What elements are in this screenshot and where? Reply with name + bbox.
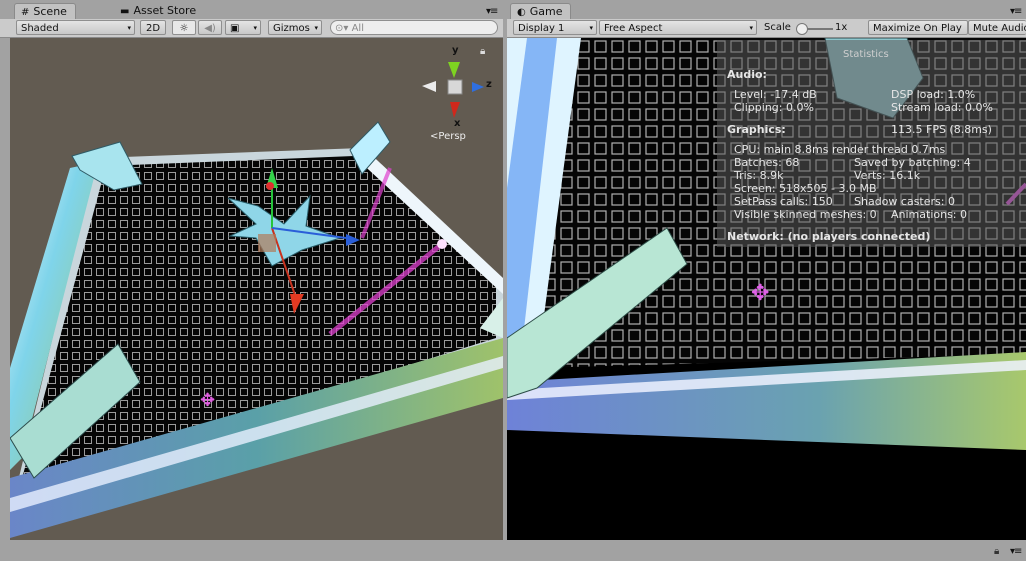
batches: Batches: 68 (734, 156, 800, 169)
aspect-dropdown[interactable]: Free Aspect ▾ (599, 20, 757, 35)
scene-bottom-strip (0, 540, 503, 561)
asset-store-icon: ▬ (120, 6, 130, 17)
projection-label: Persp (438, 131, 466, 142)
gizmo-center-cube[interactable] (447, 79, 463, 95)
scene-lighting-toggle[interactable]: ☼ (172, 20, 196, 35)
gizmo-x-cone[interactable] (450, 102, 460, 118)
gizmo-y-label: y (452, 45, 459, 56)
chevron-down-icon: ▾ (749, 24, 753, 32)
scene-toolbar: Shaded ▾ 2D ☼ ◀) ▣ ▾ Gizmos ▾ ⊙▾ All (0, 19, 503, 38)
move-gizmo-plane-handle[interactable] (258, 234, 276, 252)
scale-label: Scale (764, 22, 791, 33)
toggle-2d-label: 2D (145, 23, 161, 34)
mute-audio-label: Mute Audio (973, 23, 1026, 34)
shading-mode-value: Shaded (21, 23, 59, 34)
scale-value: 1x (835, 22, 848, 33)
player-sprite: ✥ (200, 390, 215, 411)
shadow-casters: Shadow casters: 0 (854, 195, 955, 208)
dsp-load: DSP load: 1.0% (891, 88, 976, 101)
tab-asset-store[interactable]: ▬ Asset Store (114, 3, 204, 19)
scene-left-edge (0, 38, 10, 540)
display-dropdown[interactable]: Display 1 ▾ (513, 20, 597, 35)
mute-audio-toggle[interactable]: Mute Audio (968, 20, 1026, 35)
gizmo-y-cone[interactable] (448, 62, 460, 78)
animations: Animations: 0 (891, 208, 968, 221)
audio-header: Audio: (727, 68, 767, 81)
aspect-value: Free Aspect (604, 23, 663, 34)
gizmo-x-label: x (454, 118, 461, 129)
chevron-down-icon: ▾ (253, 24, 257, 32)
gizmo-negative-x-cone[interactable] (422, 81, 436, 92)
maximize-on-play-label: Maximize On Play (873, 23, 962, 34)
display-value: Display 1 (518, 23, 565, 34)
sun-icon: ☼ (179, 23, 189, 34)
chevron-down-icon: ▾ (127, 24, 131, 32)
scene-effects-dropdown[interactable]: ▣ ▾ (225, 20, 261, 35)
gizmo-lock-icon[interactable]: 🔒︎ (480, 46, 485, 57)
selection-marker (266, 182, 274, 190)
scene-search-input[interactable]: ⊙▾ All (330, 20, 498, 35)
laser-spark (437, 239, 447, 249)
statistics-overlay: Statistics Audio: Level: -17.4 dB DSP lo… (717, 40, 1026, 247)
network-status: Network: (no players connected) (727, 230, 931, 243)
tab-game-label: Game (529, 5, 563, 18)
visible-skinned-meshes: Visible skinned meshes: 0 (734, 208, 877, 221)
tab-scene[interactable]: # Scene (14, 3, 76, 20)
triangles: Tris: 8.9k (734, 169, 784, 182)
search-icon: ⊙▾ (335, 23, 349, 34)
shading-mode-dropdown[interactable]: Shaded ▾ (16, 20, 135, 35)
graphics-header: Graphics: (727, 123, 786, 136)
audio-clipping: Clipping: 0.0% (734, 101, 814, 114)
tab-scene-label: Scene (33, 5, 67, 18)
scale-slider-thumb[interactable] (796, 23, 808, 35)
game-bottom-strip (507, 540, 1026, 561)
game-panel-menu-icon[interactable]: ▾≡ (1010, 6, 1022, 17)
game-toolbar: Display 1 ▾ Free Aspect ▾ Scale 1x Maximiz… (507, 19, 1026, 38)
fps-readout: 113.5 FPS (8.8ms) (891, 123, 992, 136)
gizmo-z-label: z (486, 79, 492, 90)
scene-audio-toggle[interactable]: ◀) (198, 20, 222, 35)
bottom-panel-menu-icon[interactable]: ▾≡ (1010, 546, 1022, 557)
vertices: Verts: 16.1k (854, 169, 921, 182)
cpu-time: CPU: main 8.8ms render thread 0.7ms (734, 143, 946, 156)
scene-viewport[interactable]: ✥ y z x <Persp 🔒︎ (10, 38, 503, 540)
scene-search-placeholder: All (351, 23, 364, 34)
game-player-sprite: ✥ (751, 281, 769, 306)
tab-asset-store-label: Asset Store (133, 4, 197, 17)
projection-toggle[interactable]: <Persp (430, 131, 466, 142)
bottom-lock-icon[interactable]: 🔒︎ (994, 546, 999, 557)
maximize-on-play-toggle[interactable]: Maximize On Play (868, 20, 968, 35)
scene-panel-menu-icon[interactable]: ▾≡ (486, 6, 498, 17)
audio-level: Level: -17.4 dB (734, 88, 817, 101)
chevron-down-icon: ▾ (314, 24, 318, 32)
orientation-gizmo[interactable]: y z x <Persp (414, 45, 503, 146)
screen-size: Screen: 518x505 - 3.0 MB (734, 182, 877, 195)
scene-panel: # Scene ▬ Asset Store ▾≡ Shaded ▾ 2D ☼ ◀) ▣… (0, 0, 503, 561)
game-tabbar: ◐ Game ▾≡ (507, 0, 1026, 20)
gizmos-dropdown[interactable]: Gizmos ▾ (268, 20, 322, 35)
statistics-title: Statistics (843, 49, 889, 60)
saved-by-batching: Saved by batching: 4 (854, 156, 971, 169)
gizmos-label: Gizmos (273, 23, 310, 34)
speaker-icon: ◀) (204, 23, 216, 34)
tab-game[interactable]: ◐ Game (510, 3, 572, 20)
chevron-down-icon: ▾ (589, 24, 593, 32)
toggle-2d-button[interactable]: 2D (140, 20, 166, 35)
gizmo-z-cone[interactable] (472, 82, 484, 92)
stream-load: Stream load: 0.0% (891, 101, 993, 114)
image-icon: ▣ (230, 23, 240, 34)
scene-tabbar: # Scene ▬ Asset Store ▾≡ (0, 0, 503, 20)
setpass-calls: SetPass calls: 150 (734, 195, 833, 208)
